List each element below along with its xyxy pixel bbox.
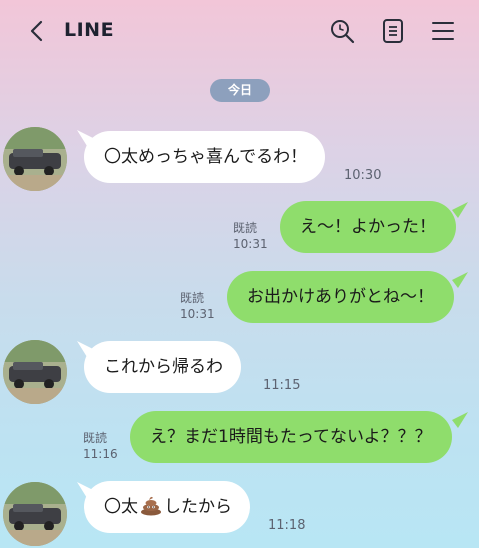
message-bubble-incoming[interactable]: 〇太 したから xyxy=(84,481,250,533)
avatar[interactable] xyxy=(3,127,67,191)
message-time: 11:16 xyxy=(83,447,118,461)
bubble-tail xyxy=(452,202,468,218)
read-status: 既読 11:16 xyxy=(83,430,118,462)
menu-icon[interactable] xyxy=(430,18,456,44)
message-text: したから xyxy=(164,497,232,517)
pile-of-poo-icon xyxy=(141,496,161,516)
read-status: 既読 10:31 xyxy=(180,290,215,322)
message-time: 10:30 xyxy=(344,168,382,183)
chat-title: LINE xyxy=(64,19,115,41)
avatar[interactable] xyxy=(3,340,67,404)
message-time: 10:31 xyxy=(180,307,215,321)
message-bubble-outgoing[interactable]: え？まだ1時間もたってないよ？？？ xyxy=(130,411,452,463)
avatar[interactable] xyxy=(3,482,67,546)
message-bubble-incoming[interactable]: これから帰るわ xyxy=(84,341,241,393)
back-arrow-icon[interactable] xyxy=(26,20,48,42)
message-bubble-outgoing[interactable]: え～！よかった！ xyxy=(280,201,456,253)
avatar-photo-icon xyxy=(3,127,67,191)
avatar-photo-icon xyxy=(3,482,67,546)
bubble-tail xyxy=(452,412,468,428)
read-label: 既読 xyxy=(83,431,108,445)
read-status: 既読 10:31 xyxy=(233,220,268,252)
read-label: 既読 xyxy=(233,221,258,235)
chat-header: LINE xyxy=(0,0,479,62)
message-time: 10:31 xyxy=(233,237,268,251)
message-bubble-outgoing[interactable]: お出かけありがとね～！ xyxy=(227,271,454,323)
date-separator: 今日 xyxy=(210,79,270,102)
message-text: 〇太 xyxy=(104,497,138,517)
message-time: 11:15 xyxy=(263,378,301,393)
avatar-photo-icon xyxy=(3,340,67,404)
message-bubble-incoming[interactable]: 〇太めっちゃ喜んでるわ！ xyxy=(84,131,326,183)
notes-icon[interactable] xyxy=(380,18,406,44)
read-label: 既読 xyxy=(180,291,205,305)
bubble-tail xyxy=(452,272,468,288)
search-icon[interactable] xyxy=(329,18,355,44)
message-time: 11:18 xyxy=(268,518,306,533)
